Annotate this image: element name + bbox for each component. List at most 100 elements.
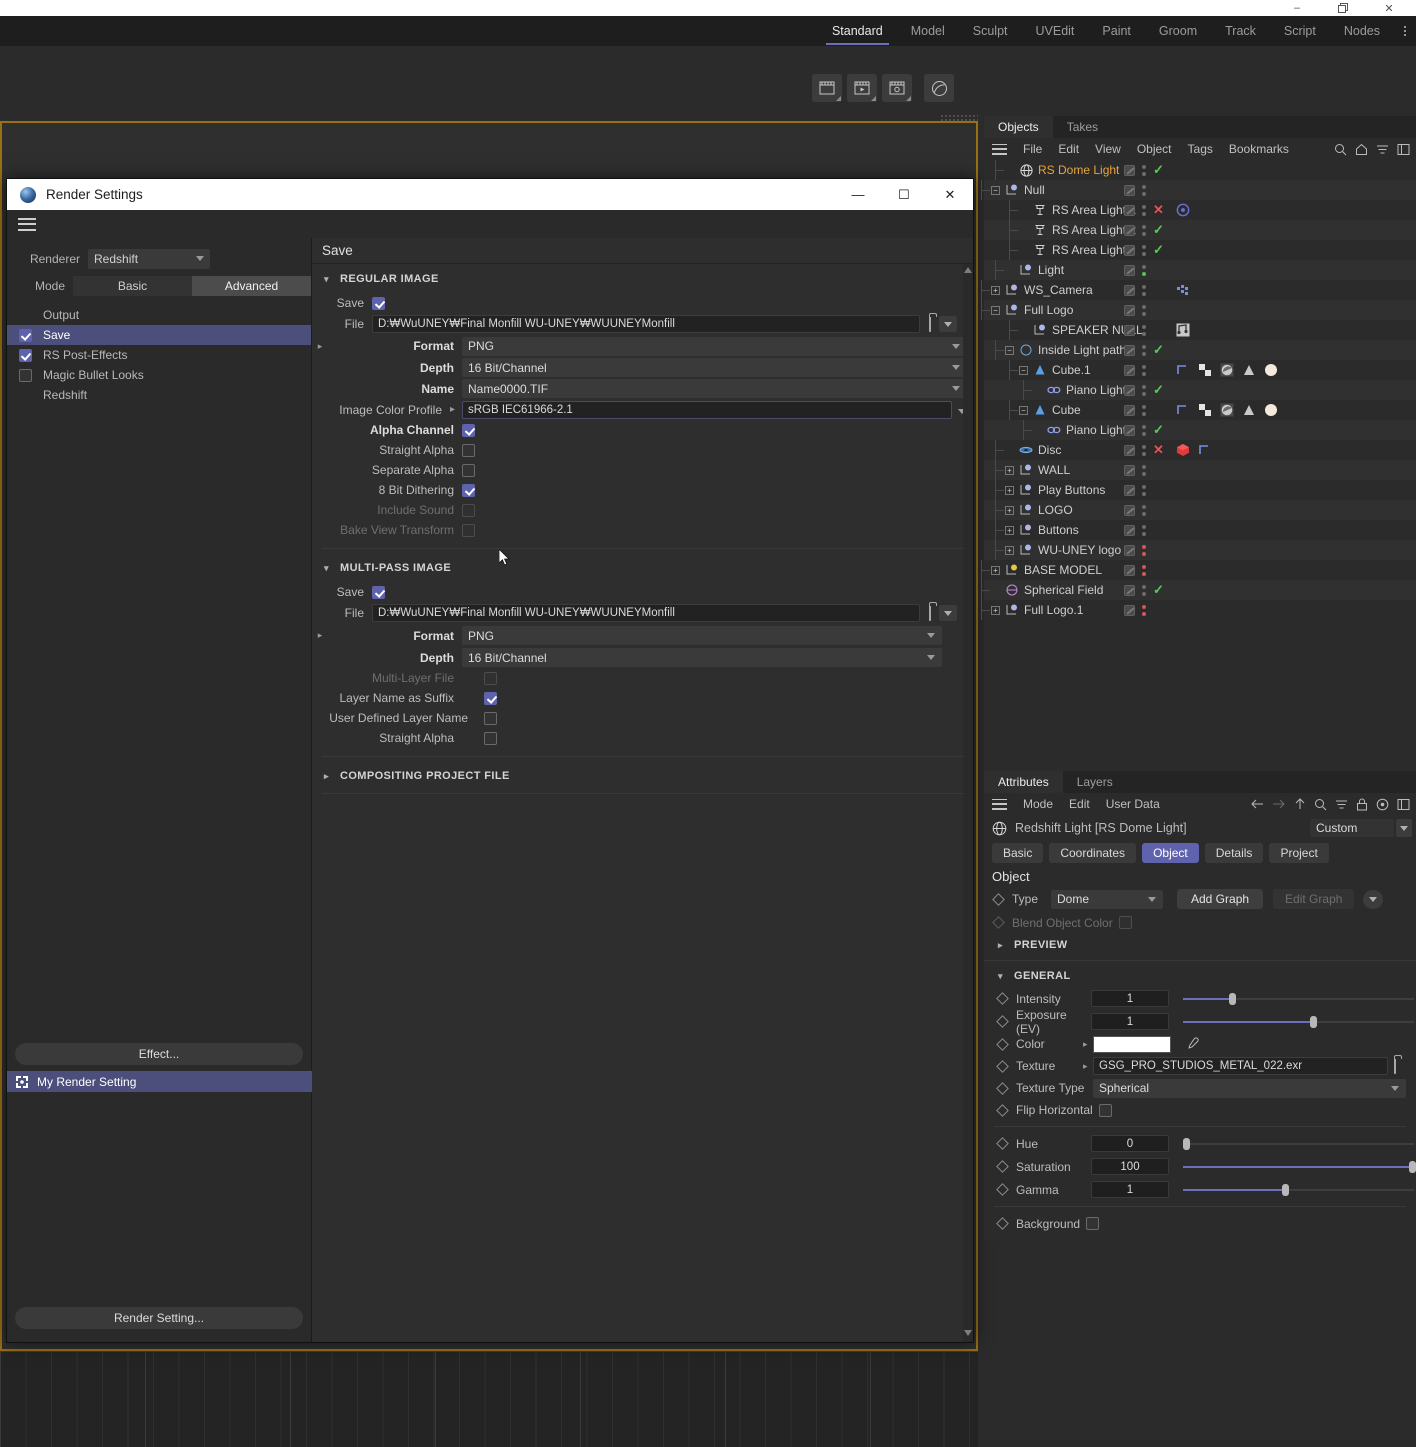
my-render-setting-row[interactable]: My Render Setting (7, 1071, 312, 1092)
visibility-dots[interactable] (1140, 584, 1148, 596)
object-name[interactable]: Piano Light (1066, 383, 1126, 397)
render-setting-button[interactable]: Render Setting... (15, 1307, 303, 1329)
rs-post-effects-checkbox[interactable] (18, 348, 32, 362)
object-tags[interactable] (1176, 403, 1282, 417)
regular-name-dropdown[interactable]: Name0000.TIF (462, 379, 967, 398)
add-graph-button[interactable]: Add Graph (1177, 889, 1264, 909)
visibility-dots[interactable] (1140, 424, 1148, 436)
list-item-magic-bullet-looks[interactable]: Magic Bullet Looks (7, 365, 311, 385)
regular-format-dropdown[interactable]: PNG (462, 336, 967, 356)
visibility-dots[interactable] (1140, 464, 1148, 476)
red-cube-tag[interactable] (1176, 443, 1194, 457)
render-to-picture-viewer-icon[interactable] (847, 74, 877, 102)
straight-alpha-checkbox[interactable] (462, 443, 475, 457)
layer-swatch[interactable] (1124, 204, 1135, 216)
minimize-icon[interactable]: – (1274, 0, 1320, 16)
saturation-slider[interactable] (1183, 1158, 1416, 1175)
visibility-dots[interactable] (1140, 244, 1148, 256)
forward-arrow-icon[interactable] (1272, 798, 1286, 810)
layer-swatch[interactable] (1124, 224, 1135, 236)
object-tree-row[interactable]: + WS_Camera (981, 280, 1416, 300)
filter-icon[interactable] (1335, 798, 1348, 811)
user-defined-layer-name-checkbox[interactable] (484, 711, 497, 725)
scroll-down-arrow-icon[interactable] (964, 1330, 972, 1336)
regular-file-input[interactable]: D:₩WuUNEY₩Final Monfill WU-UNEY₩WUUNEYMo… (372, 315, 920, 333)
visibility-dots[interactable] (1140, 284, 1148, 296)
list-item-rs-post-effects[interactable]: RS Post-Effects (7, 345, 311, 365)
material-tag[interactable] (1220, 363, 1238, 377)
preset-dropdown-arrow[interactable] (1396, 819, 1412, 837)
sound-tag[interactable] (1176, 323, 1194, 337)
multipass-save-checkbox[interactable] (372, 585, 385, 599)
more-vertical-icon[interactable] (1394, 16, 1416, 46)
cone-tag[interactable] (1242, 403, 1260, 417)
object-name[interactable]: LOGO (1038, 503, 1073, 517)
tree-expander-plus[interactable]: + (990, 565, 1001, 576)
object-tags[interactable] (1176, 443, 1216, 457)
layer-swatch[interactable] (1124, 244, 1135, 256)
tree-expander-plus[interactable]: + (1004, 465, 1015, 476)
mode-option-basic[interactable]: Basic (73, 276, 192, 296)
chevron-right-icon[interactable]: ▸ (312, 630, 328, 641)
object-tree-row[interactable]: + LOGO (984, 500, 1416, 520)
minimize-icon[interactable]: — (835, 179, 881, 210)
section-general[interactable]: ▾ GENERAL (984, 965, 1416, 987)
layout-tab-standard[interactable]: Standard (818, 16, 897, 46)
visibility-dots[interactable] (1140, 504, 1148, 516)
layer-name-suffix-checkbox[interactable] (484, 691, 497, 705)
section-multipass-image[interactable]: ▾ MULTI-PASS IMAGE (312, 557, 973, 579)
layer-swatch[interactable] (1124, 444, 1135, 456)
light-tag[interactable] (1264, 363, 1282, 377)
layer-swatch[interactable] (1124, 404, 1135, 416)
visibility-dots[interactable] (1140, 264, 1148, 276)
phong-tag[interactable] (1176, 403, 1194, 417)
object-name[interactable]: Full Logo.1 (1024, 603, 1083, 617)
object-name[interactable]: Light (1038, 263, 1064, 277)
material-tag[interactable] (1220, 403, 1238, 417)
folder-icon[interactable] (929, 606, 931, 621)
object-name[interactable]: Piano Light (1066, 423, 1126, 437)
object-tree-row[interactable]: + BASE MODEL (981, 560, 1416, 580)
panel-icon[interactable] (1397, 798, 1410, 811)
layer-swatch[interactable] (1124, 424, 1135, 436)
object-tree-row[interactable]: + Play Buttons (984, 480, 1416, 500)
menu-file[interactable]: File (1015, 142, 1050, 156)
tree-expander-minus[interactable]: − (1018, 365, 1029, 376)
light-tag[interactable] (1264, 403, 1282, 417)
menu-view[interactable]: View (1087, 142, 1129, 156)
color-swatch[interactable] (1093, 1035, 1171, 1053)
menu-mode[interactable]: Mode (1015, 797, 1061, 811)
object-tree-row[interactable]: Piano Light ✓ (984, 380, 1416, 400)
chevron-right-icon[interactable]: ▸ (312, 341, 328, 352)
layout-tab-paint[interactable]: Paint (1088, 16, 1145, 46)
object-name[interactable]: WALL (1038, 463, 1070, 477)
object-tags[interactable] (1176, 363, 1282, 377)
regular-save-checkbox[interactable] (372, 296, 385, 310)
object-tree-row[interactable]: RS Area Light.2 ✓ (984, 220, 1416, 240)
intensity-value[interactable]: 1 (1091, 990, 1169, 1007)
object-tree-row[interactable]: Piano Light ✓ (984, 420, 1416, 440)
object-name[interactable]: Cube.1 (1052, 363, 1091, 377)
list-item-save[interactable]: Save (7, 325, 311, 345)
menu-edit[interactable]: Edit (1061, 797, 1098, 811)
object-tree-row[interactable]: SPEAKER NULL (984, 320, 1416, 340)
list-item-output[interactable]: Output (7, 305, 311, 325)
cone-tag[interactable] (1242, 363, 1260, 377)
tree-expander-plus[interactable]: + (1004, 485, 1015, 496)
layout-tab-nodes[interactable]: Nodes (1330, 16, 1394, 46)
saturation-value[interactable]: 100 (1091, 1158, 1169, 1175)
layer-swatch[interactable] (1124, 524, 1135, 536)
object-tags[interactable] (1176, 203, 1194, 217)
chevron-right-icon[interactable]: ▸ (1083, 1039, 1093, 1050)
layer-swatch[interactable] (1124, 584, 1135, 596)
layer-swatch[interactable] (1124, 544, 1135, 556)
visibility-dots[interactable] (1140, 204, 1148, 216)
close-icon[interactable]: ✕ (927, 179, 973, 210)
layout-tab-model[interactable]: Model (897, 16, 959, 46)
render-view-icon[interactable] (812, 74, 842, 102)
layout-tab-track[interactable]: Track (1211, 16, 1270, 46)
visibility-dots[interactable] (1140, 484, 1148, 496)
object-name[interactable]: Buttons (1038, 523, 1079, 537)
search-icon[interactable] (1334, 143, 1347, 156)
exposure-value[interactable]: 1 (1091, 1013, 1169, 1030)
